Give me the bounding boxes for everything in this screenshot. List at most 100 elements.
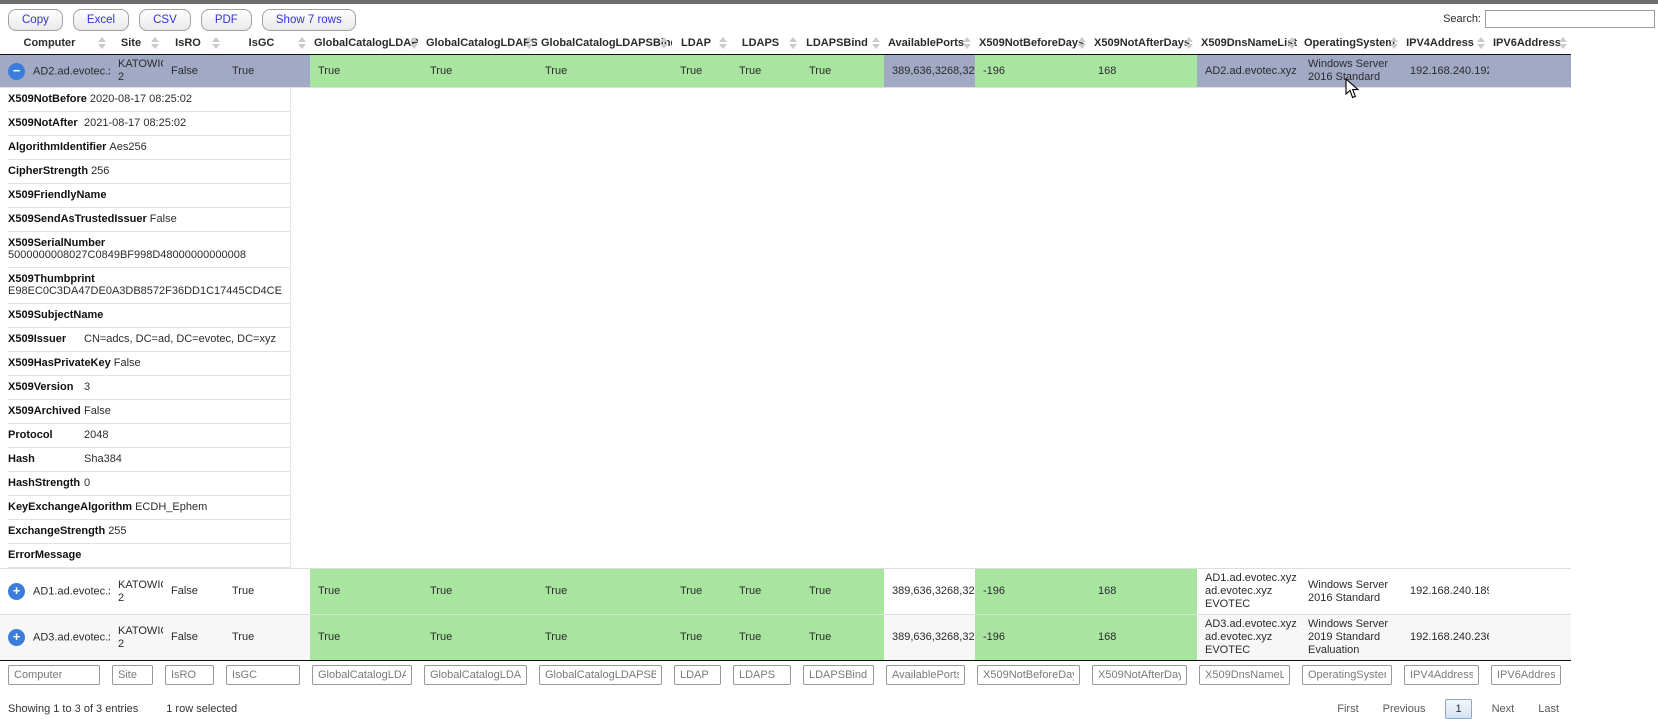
column-header-label: GlobalCatalogLDAPS (426, 37, 537, 49)
showing-entries-text: Showing 1 to 3 of 3 entries (8, 703, 138, 715)
search-input[interactable] (1485, 10, 1655, 28)
sort-arrows-icon (1477, 37, 1485, 49)
expand-row-button[interactable]: + (8, 583, 25, 600)
cell-globalcatalogldaps: True (422, 569, 537, 615)
column-header-globalcatalogldapsbind[interactable]: GlobalCatalogLDAPSBind (537, 32, 672, 55)
cell-x509notafterdays: 168 (1090, 615, 1197, 661)
filter-input-x509dnsnamelist[interactable] (1199, 665, 1290, 685)
column-header-ipv6address[interactable]: IPV6Address (1489, 32, 1571, 55)
detail-value: 5000000008027C0849BF998D48000000000008 (8, 249, 246, 261)
filter-input-site[interactable] (112, 665, 153, 685)
column-header-ldapsbind[interactable]: LDAPSBind (801, 32, 884, 55)
csv-button[interactable]: CSV (139, 9, 191, 31)
cell-site: KATOWICE-2 (110, 55, 163, 88)
detail-label: AlgorithmIdentifier (8, 141, 106, 153)
column-header-globalcatalogldap[interactable]: GlobalCatalogLDAP (310, 32, 422, 55)
filter-input-globalcatalogldap[interactable] (312, 665, 412, 685)
filter-input-x509notbeforedays[interactable] (977, 665, 1080, 685)
detail-item: X509NotAfter2021-08-17 08:25:02 (8, 112, 290, 136)
pdf-button[interactable]: PDF (201, 9, 252, 31)
filter-input-computer[interactable] (8, 665, 100, 685)
sort-arrows-icon (963, 37, 971, 49)
column-header-availableports[interactable]: AvailablePorts (884, 32, 975, 55)
cell-isro: False (163, 569, 224, 615)
column-header-ldaps[interactable]: LDAPS (731, 32, 801, 55)
filter-input-ldap[interactable] (674, 665, 721, 685)
filter-input-globalcatalogldapsbind[interactable] (539, 665, 662, 685)
detail-value: 2020-08-17 08:25:02 (90, 93, 192, 105)
filter-input-ipv6address[interactable] (1491, 665, 1561, 685)
cell-ipv6address (1489, 55, 1571, 88)
cell-isgc: True (224, 615, 310, 661)
detail-value: Sha384 (84, 453, 122, 465)
pagination-current-page-button[interactable]: 1 (1445, 699, 1471, 719)
detail-value: CN=adcs, DC=ad, DC=evotec, DC=xyz (84, 333, 276, 345)
show-rows-button[interactable]: Show 7 rows (262, 9, 356, 31)
cell-ldaps: True (731, 615, 801, 661)
pagination: First Previous 1 Next Last (1325, 699, 1571, 719)
collapse-row-button[interactable]: − (8, 63, 25, 80)
column-header-site[interactable]: Site (110, 32, 163, 55)
detail-value: False (84, 405, 111, 417)
column-header-ipv4address[interactable]: IPV4Address (1402, 32, 1489, 55)
cell-x509notafterdays: 168 (1090, 55, 1197, 88)
detail-label: ExchangeStrength (8, 525, 105, 537)
copy-button[interactable]: Copy (8, 9, 63, 31)
detail-item: X509NotBefore2020-08-17 08:25:02 (8, 88, 290, 112)
detail-label: KeyExchangeAlgorithm (8, 501, 132, 513)
detail-label: X509NotBefore (8, 93, 87, 105)
filter-input-operatingsystem[interactable] (1302, 665, 1392, 685)
detail-value: 2048 (84, 429, 108, 441)
excel-button[interactable]: Excel (73, 9, 129, 31)
filter-input-globalcatalogldaps[interactable] (424, 665, 527, 685)
column-header-computer[interactable]: Computer (0, 32, 110, 55)
detail-label: X509SendAsTrustedIssuer (8, 213, 147, 225)
detail-label: X509FriendlyName (8, 189, 106, 201)
detail-value: 0 (84, 477, 90, 489)
cell-x509dnsnamelist: AD3.ad.evotec.xyz ad.evotec.xyz EVOTEC (1197, 615, 1300, 661)
detail-item: CipherStrength256 (8, 160, 290, 184)
column-header-label: IPV6Address (1493, 37, 1561, 49)
cell-ipv4address: 192.168.240.236 (1402, 615, 1489, 661)
sort-arrows-icon (872, 37, 880, 49)
detail-value: 255 (108, 525, 126, 537)
column-header-x509dnsnamelist[interactable]: X509DnsNameList (1197, 32, 1300, 55)
cell-availableports: 389,636,3268,3269 (884, 569, 975, 615)
table-row[interactable]: −AD2.ad.evotec.xyzKATOWICE-2FalseTrueTru… (0, 55, 1571, 88)
column-header-globalcatalogldaps[interactable]: GlobalCatalogLDAPS (422, 32, 537, 55)
table-row[interactable]: +AD1.ad.evotec.xyzKATOWICE-2FalseTrueTru… (0, 569, 1571, 615)
table-row[interactable]: +AD3.ad.evotec.xyzKATOWICE-2FalseTrueTru… (0, 615, 1571, 661)
column-header-label: Computer (24, 37, 76, 49)
filter-input-isgc[interactable] (226, 665, 300, 685)
pagination-last-button[interactable]: Last (1526, 699, 1571, 719)
detail-item: X509IssuerCN=adcs, DC=ad, DC=evotec, DC=… (8, 328, 290, 352)
column-header-isro[interactable]: IsRO (163, 32, 224, 55)
filter-input-x509notafterdays[interactable] (1092, 665, 1187, 685)
column-header-ldap[interactable]: LDAP (672, 32, 731, 55)
cell-ldapsbind: True (801, 615, 884, 661)
filter-input-ldapsbind[interactable] (803, 665, 874, 685)
expand-row-button[interactable]: + (8, 629, 25, 646)
cell-globalcatalogldap: True (310, 615, 422, 661)
expanded-detail-row: X509NotBefore2020-08-17 08:25:02X509NotA… (0, 88, 1571, 569)
column-header-x509notbeforedays[interactable]: X509NotBeforeDays (975, 32, 1090, 55)
pagination-first-button[interactable]: First (1325, 699, 1370, 719)
pagination-previous-button[interactable]: Previous (1371, 699, 1438, 719)
column-header-label: IsGC (249, 37, 275, 49)
detail-label: X509Issuer (8, 333, 81, 345)
filter-input-ldaps[interactable] (733, 665, 791, 685)
cell-site: KATOWICE-2 (110, 569, 163, 615)
filter-input-ipv4address[interactable] (1404, 665, 1479, 685)
column-header-isgc[interactable]: IsGC (224, 32, 310, 55)
column-header-operatingsystem[interactable]: OperatingSystem (1300, 32, 1402, 55)
cell-x509dnsnamelist: AD2.ad.evotec.xyz (1197, 55, 1300, 88)
row-detail-list: X509NotBefore2020-08-17 08:25:02X509NotA… (8, 88, 291, 568)
column-header-x509notafterdays[interactable]: X509NotAfterDays (1090, 32, 1197, 55)
cell-ldap: True (672, 569, 731, 615)
filter-input-isro[interactable] (165, 665, 214, 685)
detail-value: False (150, 213, 177, 225)
table-body: −AD2.ad.evotec.xyzKATOWICE-2FalseTrueTru… (0, 55, 1571, 661)
filter-input-availableports[interactable] (886, 665, 965, 685)
column-header-label: X509NotBeforeDays (979, 37, 1084, 49)
pagination-next-button[interactable]: Next (1480, 699, 1527, 719)
